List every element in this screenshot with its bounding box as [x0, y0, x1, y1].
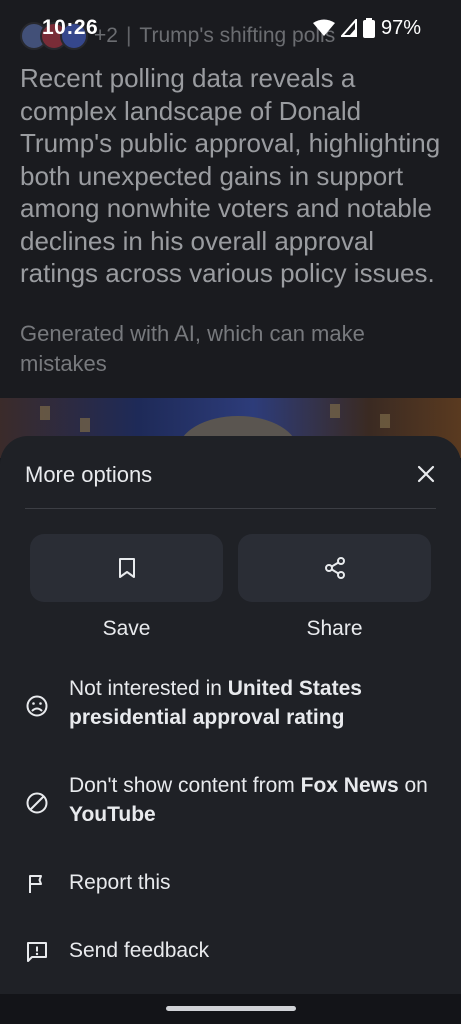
sad-face-icon — [25, 694, 49, 718]
menu-item-report[interactable]: Report this — [0, 868, 461, 900]
sheet-title: More options — [25, 462, 153, 487]
menu-item-label: Report this — [69, 871, 171, 894]
wifi-icon — [312, 19, 335, 36]
menu-item-block-channel[interactable]: Don't show content from Fox News on YouT… — [0, 771, 461, 833]
flag-icon — [25, 872, 49, 896]
menu-item-label: Send feedback — [69, 939, 210, 962]
status-time: 10:26 — [42, 16, 99, 39]
save-button[interactable] — [30, 534, 223, 602]
background-article: +2 | Trump's shifting polls Recent polli… — [0, 0, 461, 440]
status-icons: 97% — [312, 16, 421, 40]
menu-item-feedback[interactable]: Send feedback — [0, 936, 461, 968]
share-button[interactable] — [238, 534, 431, 602]
navigation-bar — [0, 994, 461, 1024]
bookmark-icon — [118, 558, 135, 578]
cell-signal-icon — [340, 19, 357, 37]
menu-item-label: Not interested in United States presiden… — [69, 677, 362, 729]
feedback-icon — [25, 940, 49, 964]
close-button[interactable] — [408, 456, 444, 492]
divider — [25, 508, 436, 509]
thumbnail-detail — [80, 418, 90, 432]
thumbnail-detail — [40, 406, 50, 420]
block-icon — [25, 791, 49, 815]
menu-item-label: Don't show content from Fox News on YouT… — [69, 774, 428, 826]
close-icon — [417, 465, 435, 483]
article-summary: Recent polling data reveals a complex la… — [20, 63, 441, 288]
battery-level: 97% — [380, 16, 421, 39]
more-options-sheet: More options Save Share Not interested i… — [0, 436, 461, 1024]
thumbnail-detail — [380, 414, 390, 428]
thumbnail-detail — [330, 404, 340, 418]
home-gesture-handle[interactable] — [166, 1006, 296, 1011]
ai-disclaimer: Generated with AI, which can make mistak… — [20, 321, 365, 376]
screen: +2 | Trump's shifting polls Recent polli… — [0, 0, 461, 1024]
status-bar: 10:26 97% — [0, 0, 461, 56]
battery-icon — [362, 18, 375, 38]
share-icon — [324, 557, 345, 579]
share-label: Share — [306, 617, 363, 640]
save-label: Save — [102, 617, 151, 640]
menu-item-not-interested[interactable]: Not interested in United States presiden… — [0, 674, 461, 736]
